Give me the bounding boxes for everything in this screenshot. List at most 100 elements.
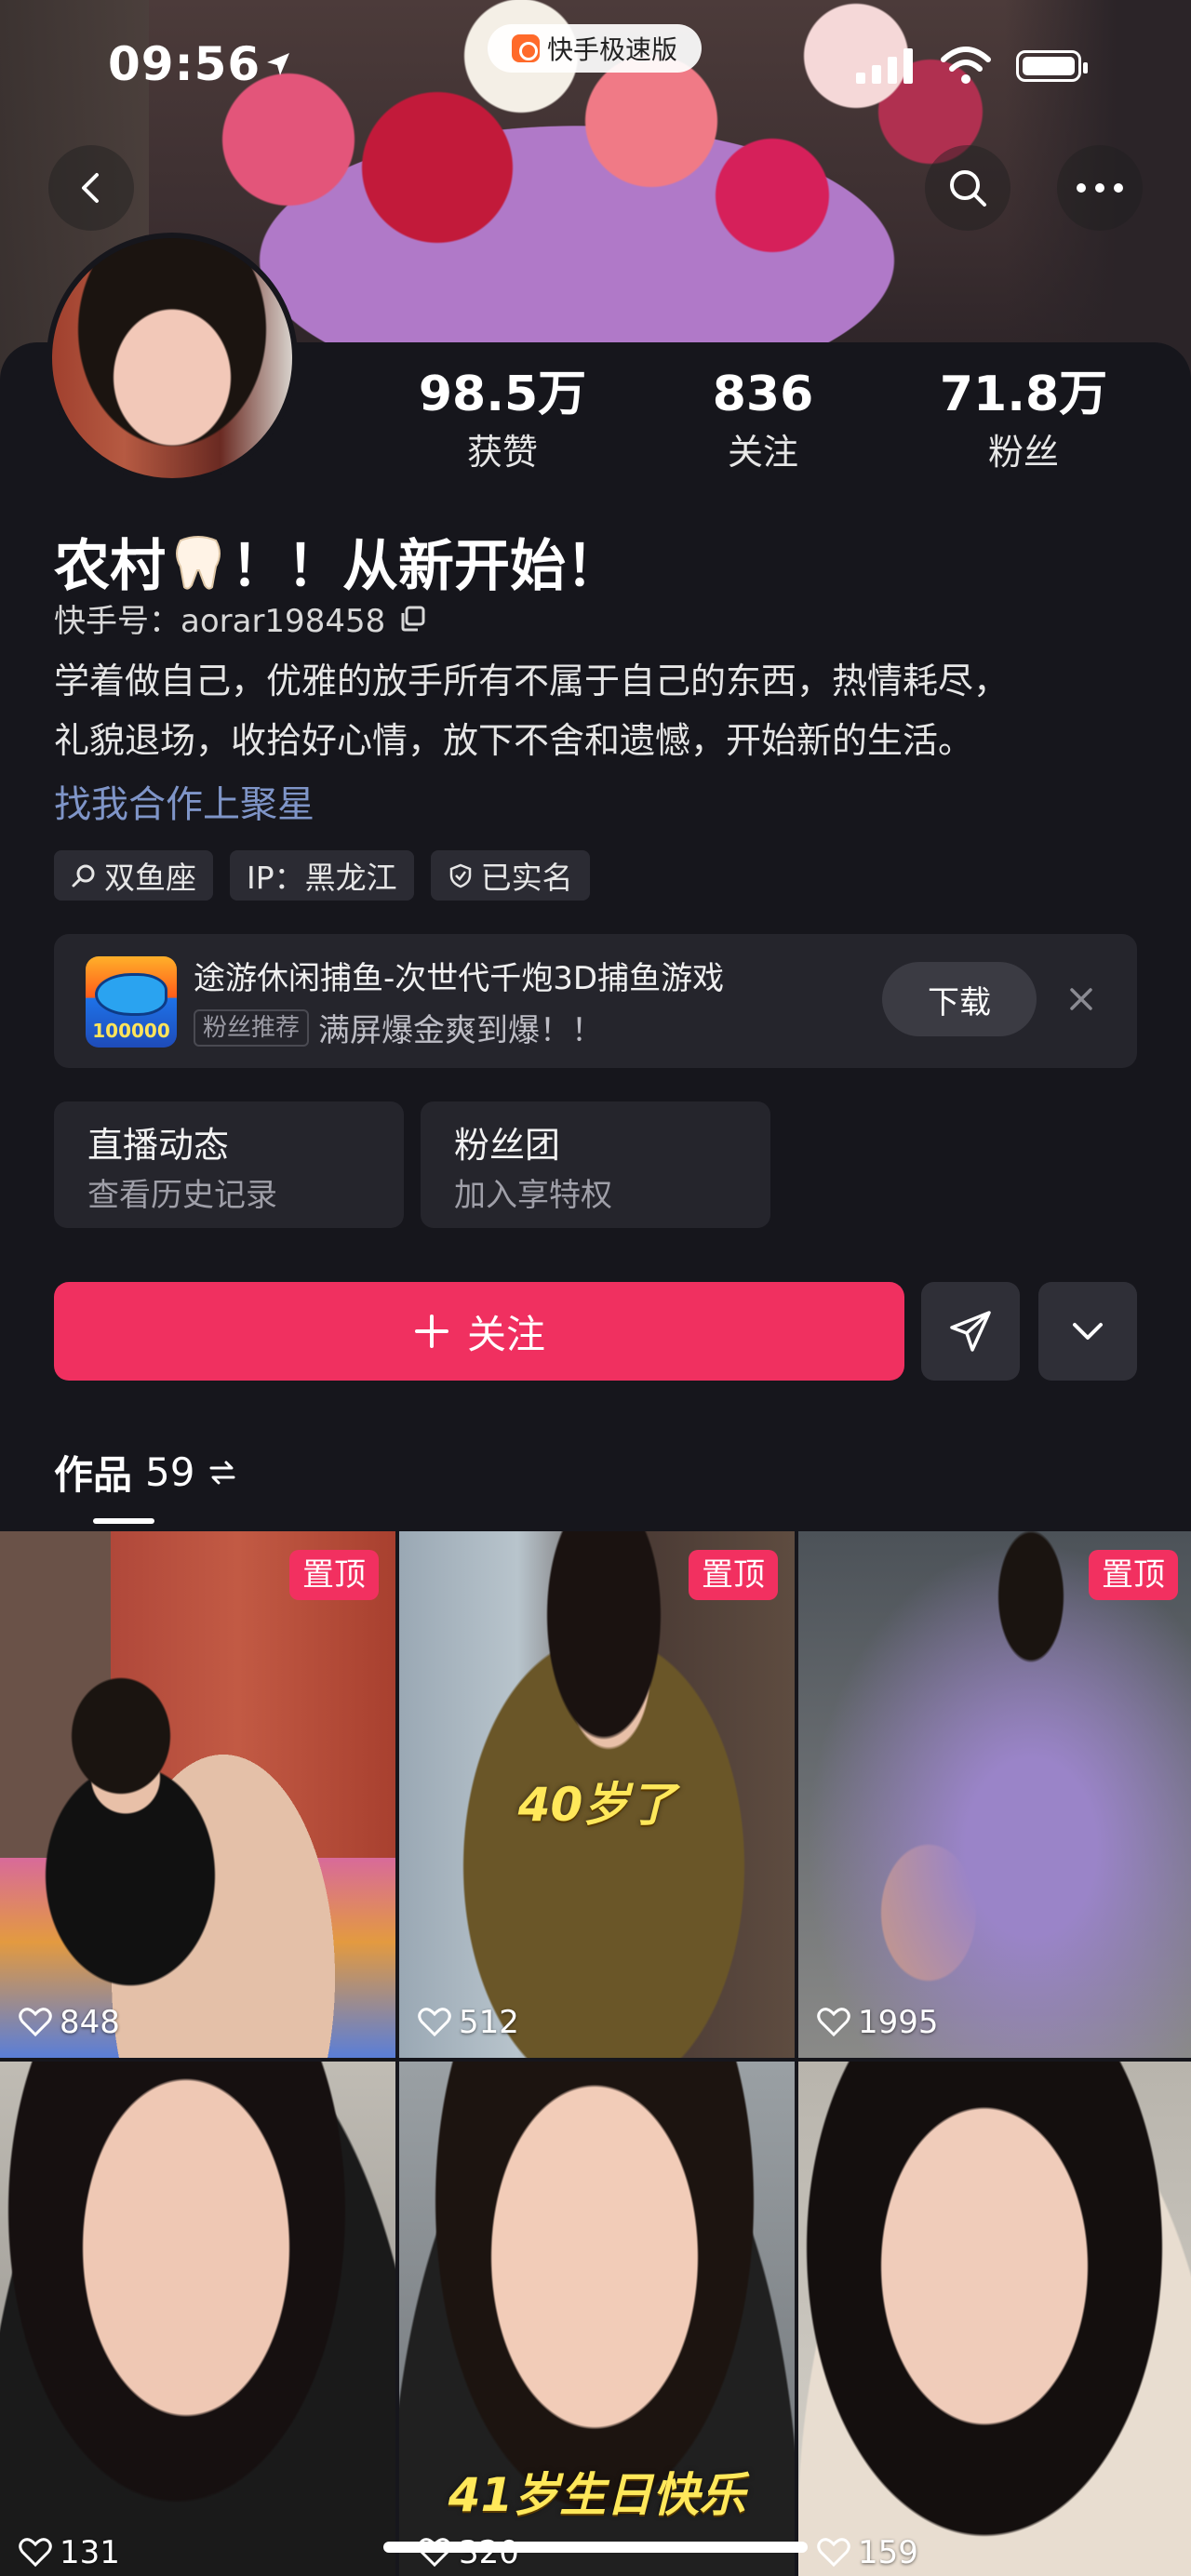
fish-icon	[95, 973, 167, 1016]
expand-button[interactable]	[1038, 1282, 1137, 1381]
status-time: 09:56	[108, 37, 261, 91]
tile-likes: 320	[418, 2534, 519, 2571]
more-dots-icon	[1077, 183, 1123, 193]
tile-likes: 1995	[817, 2004, 939, 2041]
app-name: 快手极速版	[546, 34, 677, 65]
video-tile[interactable]: 置顶 848	[0, 1531, 395, 2058]
ad-desc: 满屏爆金爽到爆！！	[318, 1012, 604, 1049]
heart-icon	[817, 2538, 850, 2568]
stat-value: 71.8万	[939, 367, 1108, 422]
ad-image-text: 100000	[92, 1020, 170, 1042]
ad-download-button[interactable]: 下载	[882, 962, 1037, 1036]
stat-label: 关注	[727, 432, 798, 473]
profile-stats: 98.5万 获赞 836 关注 71.8万 粉丝	[372, 361, 1154, 473]
likes-count: 1995	[858, 2004, 939, 2041]
stat-label: 获赞	[466, 432, 538, 473]
heart-icon	[19, 2538, 52, 2568]
tile-likes: 512	[418, 2004, 519, 2041]
follow-button[interactable]: 关注	[54, 1282, 904, 1381]
pinned-badge: 置顶	[289, 1550, 379, 1600]
zodiac-icon	[72, 864, 95, 888]
status-bar: 09:56 快手极速版	[0, 0, 1191, 140]
bio-line: 学着做自己，优雅的放手所有不属于自己的东西，热情耗尽，	[54, 661, 1010, 701]
tile-likes: 159	[817, 2534, 918, 2571]
heart-icon	[19, 2008, 52, 2037]
profile-bio: 学着做自己，优雅的放手所有不属于自己的东西，热情耗尽， 礼貌退场，收拾好心情，放…	[54, 651, 1143, 770]
kuaishou-logo-icon	[511, 34, 540, 62]
feature-title: 直播动态	[87, 1125, 230, 1166]
stat-following[interactable]: 836 关注	[633, 361, 893, 473]
tag-label: 双鱼座	[104, 860, 196, 896]
profile-tags: 双鱼座 IP：黑龙江 已实名	[54, 850, 590, 901]
feature-title: 粉丝团	[454, 1125, 561, 1166]
video-tile[interactable]: 131	[0, 2062, 395, 2576]
profile-name: 农村 ！！从新开始！	[54, 521, 622, 602]
tag-label: 已实名	[480, 860, 573, 896]
pinned-badge: 置顶	[1089, 1550, 1178, 1600]
profile-name-text: 农村	[54, 534, 166, 599]
ad-game-image: 100000	[86, 956, 177, 1048]
ad-badge: 粉丝推荐	[194, 1008, 310, 1047]
follow-label: 关注	[466, 1311, 545, 1357]
heart-icon	[817, 2008, 850, 2037]
video-tile[interactable]: 41岁生日快乐 320	[399, 2062, 795, 2576]
kuaishou-id-row[interactable]: 快手号：aorar198458	[54, 595, 426, 641]
stat-fans[interactable]: 71.8万 粉丝	[893, 361, 1154, 473]
stat-value: 98.5万	[418, 367, 587, 422]
send-icon	[950, 1311, 991, 1352]
search-button[interactable]	[925, 145, 1010, 231]
sort-icon[interactable]	[207, 1460, 237, 1486]
app-switch-pill[interactable]: 快手极速版	[488, 24, 702, 73]
tile-likes: 131	[19, 2534, 120, 2571]
likes-count: 159	[858, 2534, 918, 2571]
works-count: 59	[145, 1449, 195, 1495]
tab-works[interactable]: 作品 59	[54, 1444, 237, 1501]
stat-likes[interactable]: 98.5万 获赞	[372, 361, 633, 473]
likes-count: 320	[459, 2534, 519, 2571]
tab-underline	[93, 1518, 154, 1524]
more-button[interactable]	[1057, 145, 1143, 231]
tag-ip: IP：黑龙江	[230, 850, 414, 901]
likes-count: 848	[60, 2004, 120, 2041]
likes-count: 512	[459, 2004, 519, 2041]
wifi-icon	[941, 47, 991, 84]
video-tile[interactable]: 置顶 1995	[798, 1531, 1191, 2058]
ad-card[interactable]: 100000 途游休闲捕鱼-次世代千炮3D捕鱼游戏 粉丝推荐 满屏爆金爽到爆！！…	[54, 934, 1137, 1068]
copy-icon[interactable]	[398, 605, 426, 633]
tile-caption: 40岁了	[517, 1778, 676, 1832]
ad-title: 途游休闲捕鱼-次世代千炮3D捕鱼游戏	[194, 960, 725, 997]
close-icon[interactable]	[1059, 977, 1104, 1021]
kuaishou-id-value: aorar198458	[181, 603, 386, 640]
bio-line: 礼貌退场，收拾好心情，放下不舍和遗憾，开始新的生活。	[54, 720, 974, 761]
tile-likes: 848	[19, 2004, 120, 2041]
kuaishou-id-text: 快手号：aorar198458	[54, 595, 385, 641]
video-tile[interactable]: 159	[798, 2062, 1191, 2576]
likes-count: 131	[60, 2534, 120, 2571]
works-grid: 置顶 848 置顶 40岁了 512 置顶 1995 131 41岁生日快乐 3…	[0, 1531, 1191, 2576]
stat-label: 粉丝	[987, 432, 1059, 473]
tag-verified[interactable]: 已实名	[430, 850, 590, 901]
home-indicator[interactable]	[383, 2542, 808, 2553]
heart-icon	[418, 2008, 451, 2037]
tooth-icon	[176, 535, 221, 590]
plus-icon	[414, 1315, 448, 1348]
profile-name-suffix: ！！从新开始！	[231, 534, 622, 599]
battery-icon	[1016, 50, 1088, 82]
live-history-card[interactable]: 直播动态 查看历史记录	[54, 1101, 404, 1228]
fan-club-card[interactable]: 粉丝团 加入享特权	[421, 1101, 770, 1228]
feature-sub: 查看历史记录	[87, 1177, 277, 1214]
signal-icon	[856, 48, 913, 84]
collab-link[interactable]: 找我合作上聚星	[54, 774, 314, 828]
kuaishou-id-label: 快手号：	[54, 603, 181, 640]
avatar[interactable]	[47, 233, 298, 484]
chevron-down-icon	[1073, 1323, 1103, 1340]
back-button[interactable]	[48, 145, 134, 231]
tag-label: IP：黑龙江	[247, 860, 397, 896]
feature-sub: 加入享特权	[454, 1177, 612, 1214]
tag-zodiac[interactable]: 双鱼座	[54, 850, 213, 901]
video-tile[interactable]: 置顶 40岁了 512	[399, 1531, 795, 2058]
tile-caption: 41岁生日快乐	[448, 2468, 746, 2522]
send-message-button[interactable]	[921, 1282, 1020, 1381]
works-label: 作品	[54, 1452, 133, 1498]
ad-subtitle: 粉丝推荐 满屏爆金爽到爆！！	[194, 1005, 603, 1050]
